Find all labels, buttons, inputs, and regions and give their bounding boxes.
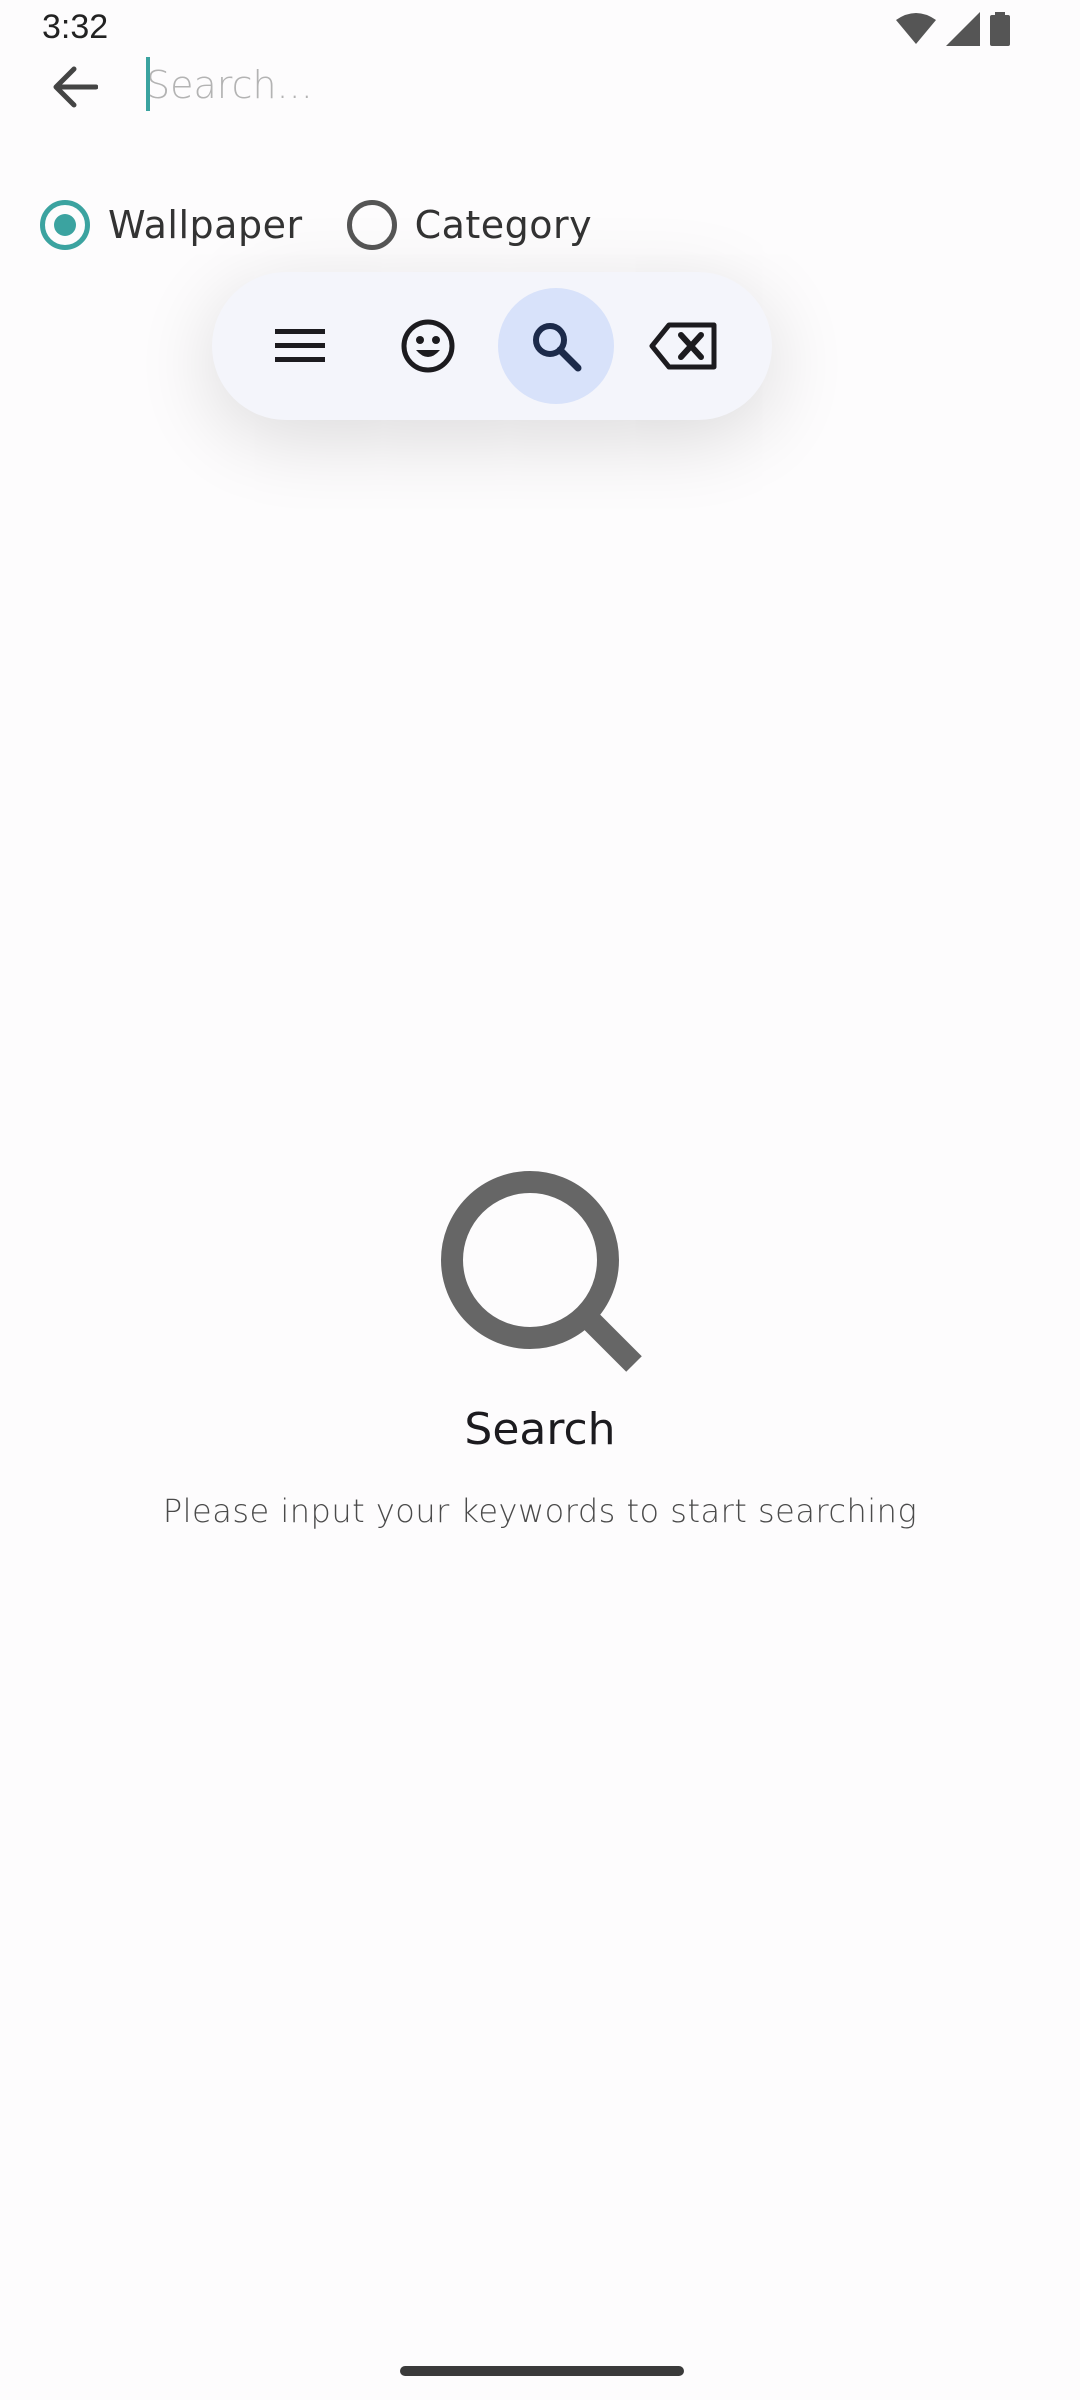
- emoji-button[interactable]: [370, 288, 486, 404]
- radio-label-wallpaper: Wallpaper: [108, 203, 303, 247]
- status-icons: [896, 12, 1010, 46]
- emoji-icon: [401, 319, 455, 373]
- radio-button-unchecked-icon[interactable]: [346, 200, 397, 250]
- radio-button-checked-icon[interactable]: [40, 200, 90, 250]
- floating-toolbar: [212, 272, 772, 420]
- cellular-signal-icon: [946, 12, 980, 46]
- backspace-button[interactable]: [626, 288, 742, 404]
- text-caret: [146, 57, 150, 111]
- search-input[interactable]: [146, 50, 1026, 120]
- battery-icon: [990, 12, 1010, 46]
- wifi-icon: [896, 13, 936, 44]
- radio-label-category: Category: [414, 203, 593, 247]
- empty-state-subtitle: Please input your keywords to start sear…: [162, 1492, 918, 1530]
- search-action-button[interactable]: [498, 288, 614, 404]
- menu-icon: [275, 329, 325, 362]
- radio-option-wallpaper[interactable]: Wallpaper: [40, 200, 303, 250]
- home-indicator[interactable]: [400, 2366, 684, 2376]
- empty-state-title: Search: [464, 1404, 616, 1455]
- radio-option-category[interactable]: Category: [346, 200, 593, 250]
- empty-state-search-icon: [441, 1171, 642, 1372]
- search-icon: [533, 323, 582, 372]
- search-type-radio-group: Wallpaper Category: [40, 200, 592, 250]
- status-time: 3:32: [42, 8, 109, 46]
- arrow-back-icon: [53, 66, 98, 108]
- backspace-icon: [649, 322, 717, 370]
- menu-button[interactable]: [242, 288, 358, 404]
- search-screen: 3:32 Wallpaper Category: [0, 0, 1080, 2400]
- back-button[interactable]: [40, 52, 110, 122]
